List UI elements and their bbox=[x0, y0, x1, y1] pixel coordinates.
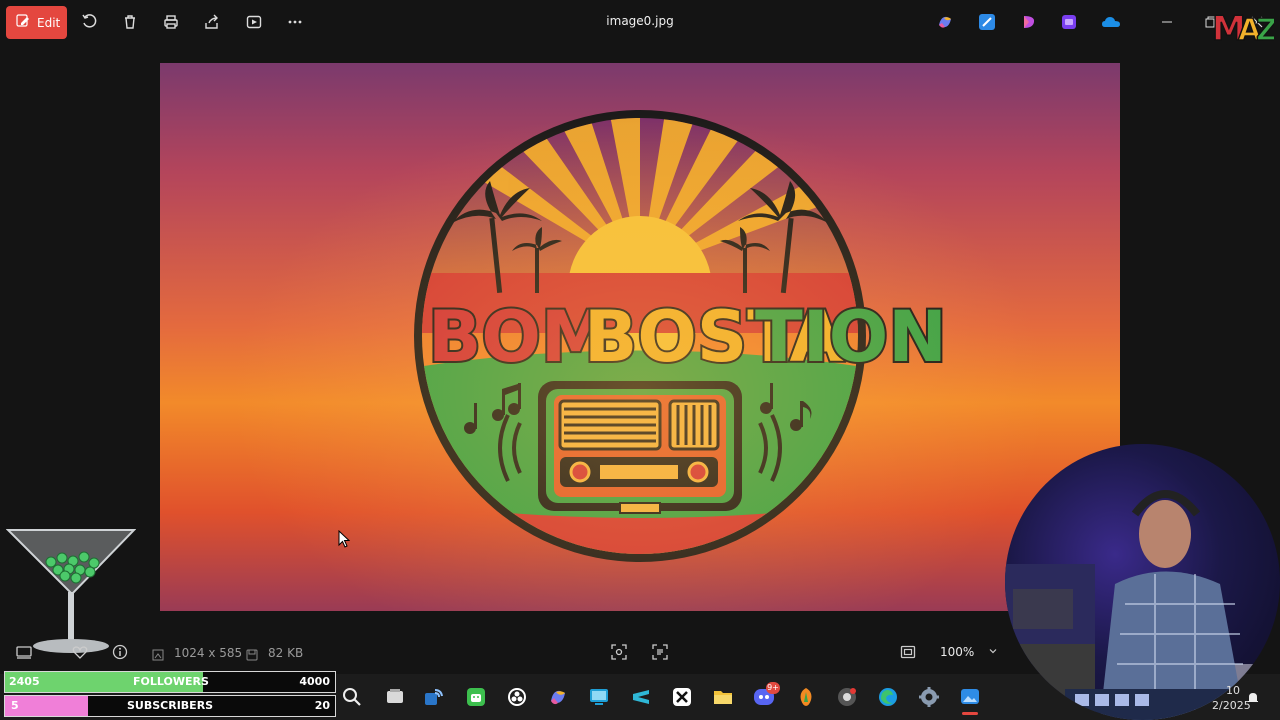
task-view-icon[interactable] bbox=[384, 686, 406, 708]
followers-goal: 4000 bbox=[299, 675, 330, 688]
edit-button[interactable]: Edit bbox=[6, 6, 67, 39]
onedrive-toolbar-icon[interactable] bbox=[1101, 13, 1121, 31]
followers-label: FOLLOWERS bbox=[133, 675, 209, 688]
subscribers-goal: 20 bbox=[314, 699, 330, 712]
delete-icon[interactable] bbox=[120, 12, 140, 32]
copilot-icon[interactable] bbox=[547, 686, 569, 708]
zoom-level: 100% bbox=[940, 645, 975, 659]
visual-search-icon[interactable] bbox=[611, 644, 627, 664]
toolbar: Edit image0.jpg bbox=[0, 0, 1280, 46]
share-icon[interactable] bbox=[202, 12, 222, 32]
file-explorer-icon[interactable] bbox=[712, 686, 734, 708]
designer-toolbar-icon[interactable] bbox=[978, 13, 996, 31]
notification-icon[interactable] bbox=[1246, 690, 1260, 709]
active-app-indicator bbox=[962, 712, 978, 715]
monitor-app-icon[interactable] bbox=[588, 686, 610, 708]
search-icon[interactable] bbox=[341, 686, 363, 708]
minimize-button[interactable] bbox=[1157, 12, 1177, 32]
logo-word-part3: TION bbox=[755, 296, 947, 378]
webcam-overlay bbox=[1005, 444, 1280, 720]
filmstrip-icon[interactable] bbox=[16, 644, 32, 664]
chrome-icon[interactable] bbox=[836, 686, 858, 708]
followers-goal-bar: 2405 FOLLOWERS 4000 bbox=[4, 671, 336, 693]
slideshow-icon[interactable] bbox=[244, 12, 264, 32]
info-icon[interactable] bbox=[112, 644, 128, 664]
subscribers-label: SUBSCRIBERS bbox=[127, 699, 214, 712]
capcut-icon[interactable] bbox=[630, 686, 652, 708]
streamer-logo: M A Z bbox=[1210, 4, 1278, 50]
clipchamp-toolbar-icon[interactable] bbox=[1060, 13, 1078, 31]
rotate-icon[interactable] bbox=[79, 12, 99, 32]
photos-icon[interactable] bbox=[959, 686, 981, 708]
network-app-icon[interactable] bbox=[423, 686, 445, 708]
zoom-dropdown[interactable]: 100% bbox=[928, 640, 1008, 664]
subscribers-current: 5 bbox=[11, 699, 19, 712]
subscribers-goal-bar: 5 SUBSCRIBERS 20 bbox=[4, 695, 336, 717]
edge-icon[interactable] bbox=[877, 686, 899, 708]
tray-date: 2/2025 bbox=[1212, 699, 1251, 712]
photos-app-window: Edit image0.jpg M A Z BOM BOSTA TION 102… bbox=[0, 0, 1280, 720]
fit-to-window-icon[interactable] bbox=[900, 644, 916, 664]
image-creator-toolbar-icon[interactable] bbox=[1020, 13, 1038, 31]
edit-icon bbox=[16, 14, 30, 31]
chevron-down-icon bbox=[988, 645, 998, 659]
image-canvas[interactable]: BOM BOSTA TION bbox=[160, 63, 1120, 611]
obs-icon[interactable] bbox=[506, 686, 528, 708]
text-scan-icon[interactable] bbox=[652, 644, 668, 664]
file-title: image0.jpg bbox=[606, 14, 674, 28]
favorite-icon[interactable] bbox=[72, 644, 88, 664]
print-icon[interactable] bbox=[161, 12, 181, 32]
tray-time: 10 bbox=[1226, 684, 1240, 697]
edit-label: Edit bbox=[37, 15, 61, 30]
dimensions-icon bbox=[152, 646, 164, 665]
followers-current: 2405 bbox=[9, 675, 40, 688]
xbox-icon[interactable] bbox=[671, 686, 693, 708]
fl-studio-icon[interactable] bbox=[795, 686, 817, 708]
file-size-icon bbox=[246, 646, 258, 665]
radio-illustration bbox=[538, 381, 742, 514]
settings-icon[interactable] bbox=[918, 686, 940, 708]
image-dimensions: 1024 x 585 bbox=[174, 646, 243, 660]
more-icon[interactable] bbox=[285, 12, 305, 32]
bombostation-logo-image: BOM BOSTA TION bbox=[414, 110, 949, 562]
discord-badge: 9+ bbox=[766, 682, 780, 694]
copilot-toolbar-icon[interactable] bbox=[936, 13, 954, 31]
streamer-logo-z: Z bbox=[1256, 13, 1274, 46]
mouse-cursor bbox=[338, 529, 351, 552]
file-size: 82 KB bbox=[268, 646, 304, 660]
android-app-icon[interactable] bbox=[465, 686, 487, 708]
